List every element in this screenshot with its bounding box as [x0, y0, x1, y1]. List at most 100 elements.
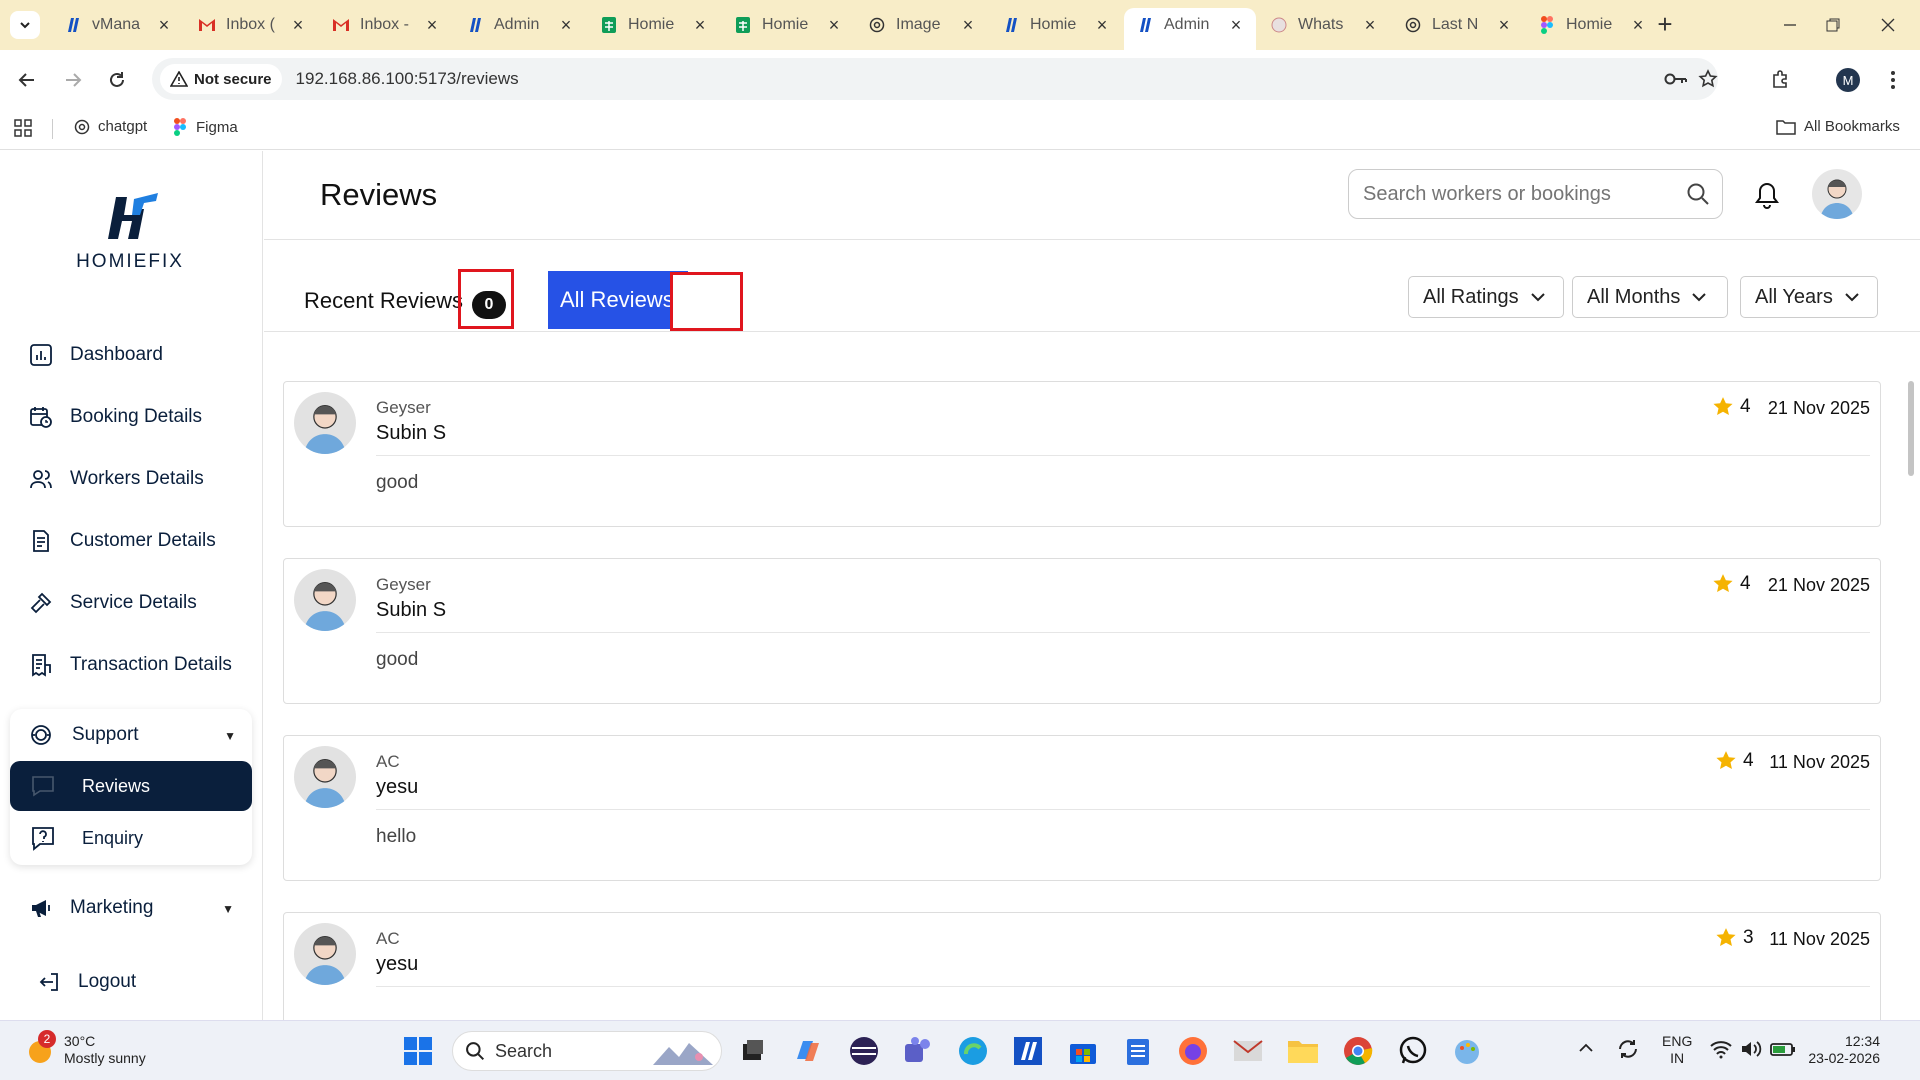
nav-marketing[interactable]: Marketing	[28, 895, 153, 921]
key-icon[interactable]	[1664, 72, 1688, 86]
copilot-button[interactable]	[790, 1033, 826, 1069]
nav-support[interactable]: Support	[28, 722, 139, 748]
close-tab-icon[interactable]: ×	[1228, 15, 1244, 36]
user-avatar[interactable]	[1812, 169, 1862, 219]
bookmark-chatgpt[interactable]: chatgpt	[74, 118, 147, 135]
address-bar[interactable]: Not secure 192.168.86.100:5173/reviews	[152, 58, 1718, 100]
browser-tab[interactable]: Inbox - ×	[320, 8, 452, 42]
browser-tab[interactable]: Homie ×	[588, 8, 720, 42]
teams-icon	[905, 1037, 930, 1062]
store-app[interactable]	[1065, 1033, 1101, 1069]
years-filter[interactable]: All Years	[1740, 276, 1878, 318]
months-filter[interactable]: All Months	[1572, 276, 1728, 318]
nav-booking-details[interactable]: Booking Details	[28, 404, 202, 430]
scrollbar-thumb[interactable]	[1908, 381, 1914, 476]
apps-button[interactable]	[14, 119, 32, 137]
paint-app[interactable]	[1450, 1033, 1486, 1069]
close-tab-icon[interactable]: ×	[290, 15, 306, 36]
caret-down-icon[interactable]: ▼	[222, 902, 234, 916]
extensions-button[interactable]	[1764, 63, 1798, 97]
start-button[interactable]	[400, 1033, 436, 1069]
nav-reviews[interactable]: Reviews	[10, 761, 252, 811]
browser-tab[interactable]: Whats ×	[1258, 8, 1390, 42]
chrome-app[interactable]	[1340, 1033, 1376, 1069]
whatsapp-app[interactable]	[1395, 1033, 1431, 1069]
url-text[interactable]: 192.168.86.100:5173/reviews	[296, 69, 519, 89]
task-view-button[interactable]	[734, 1033, 770, 1069]
star-outline-icon[interactable]	[1698, 69, 1718, 89]
volume-icon	[1742, 1041, 1762, 1057]
search-icon	[466, 1042, 485, 1061]
close-window-button[interactable]	[1858, 0, 1918, 50]
search-input[interactable]	[1363, 182, 1683, 206]
review-rating: 3	[1715, 927, 1754, 949]
tab-recent-reviews[interactable]: Recent Reviews	[304, 288, 463, 314]
nav-transaction-details[interactable]: Transaction Details	[28, 652, 232, 678]
browser-tab[interactable]: Admin ×	[454, 8, 586, 42]
close-tab-icon[interactable]: ×	[1362, 15, 1378, 36]
system-tray[interactable]	[1710, 1039, 1796, 1059]
browser-tab[interactable]: vMana ×	[52, 8, 184, 42]
sync-button[interactable]	[1616, 1037, 1640, 1061]
reload-button[interactable]	[100, 63, 134, 97]
browser-tab[interactable]: Homie ×	[1526, 8, 1658, 42]
close-tab-icon[interactable]: ×	[1094, 15, 1110, 36]
close-tab-icon[interactable]: ×	[692, 15, 708, 36]
nav-enquiry[interactable]: Enquiry	[10, 813, 252, 863]
close-tab-icon[interactable]: ×	[1630, 15, 1646, 36]
nav-service-details[interactable]: Service Details	[28, 590, 197, 616]
restore-button[interactable]	[1803, 0, 1863, 50]
nav-customer-details[interactable]: Customer Details	[28, 528, 216, 554]
eclipse-app[interactable]	[846, 1033, 882, 1069]
close-tab-icon[interactable]: ×	[558, 15, 574, 36]
forward-button[interactable]	[56, 63, 90, 97]
nav-workers-details[interactable]: Workers Details	[28, 466, 204, 492]
review-comment: good	[376, 472, 419, 493]
close-tab-icon[interactable]: ×	[1496, 15, 1512, 36]
profile-button[interactable]: M	[1831, 63, 1865, 97]
ratings-filter[interactable]: All Ratings	[1408, 276, 1564, 318]
show-hidden-icons-button[interactable]	[1578, 1043, 1594, 1053]
taskbar-search[interactable]: Search	[452, 1031, 722, 1071]
search-box[interactable]	[1348, 169, 1723, 219]
notepad-app[interactable]	[1120, 1033, 1156, 1069]
browser-tab[interactable]: Image ×	[856, 8, 988, 42]
caret-down-icon[interactable]: ▼	[224, 729, 236, 743]
browser-tab[interactable]: Homie ×	[990, 8, 1122, 42]
close-tab-icon[interactable]: ×	[156, 15, 172, 36]
back-button[interactable]	[10, 63, 44, 97]
tab-search-button[interactable]	[10, 11, 40, 39]
nav-logout[interactable]: Logout	[36, 969, 136, 995]
firefox-app[interactable]	[1175, 1033, 1211, 1069]
browser-tab[interactable]: Last N ×	[1392, 8, 1524, 42]
weather-widget[interactable]: 2 30°C Mostly sunny	[24, 1030, 146, 1067]
tab-all-reviews[interactable]: All Reviews	[548, 271, 688, 329]
homiefix-app[interactable]	[1010, 1033, 1046, 1069]
mail-app[interactable]	[1230, 1033, 1266, 1069]
browser-menu-button[interactable]	[1876, 63, 1910, 97]
browser-tab[interactable]: Admin ×	[1124, 8, 1256, 50]
edge-app[interactable]	[955, 1033, 991, 1069]
nav-label: Support	[72, 724, 139, 745]
teams-app[interactable]	[900, 1033, 936, 1069]
browser-tab[interactable]: Inbox (×	[186, 8, 318, 42]
homiefix-icon	[1014, 1037, 1042, 1065]
clock[interactable]: 12:34 23-02-2026	[1808, 1033, 1880, 1067]
bell-icon[interactable]	[1754, 181, 1780, 209]
close-tab-icon[interactable]: ×	[424, 15, 440, 36]
all-bookmarks-button[interactable]: All Bookmarks	[1776, 118, 1900, 135]
browser-tab[interactable]: Homie ×	[722, 8, 854, 42]
copilot-icon	[797, 1041, 819, 1061]
nav-dashboard[interactable]: Dashboard	[28, 342, 163, 368]
security-chip[interactable]: Not secure	[160, 64, 282, 94]
language-indicator[interactable]: ENG IN	[1662, 1033, 1692, 1067]
close-tab-icon[interactable]: ×	[826, 15, 842, 36]
close-tab-icon[interactable]: ×	[960, 15, 976, 36]
windows-taskbar: 2 30°C Mostly sunny Search ENG IN 12:34 …	[0, 1020, 1920, 1080]
bookmark-figma[interactable]: Figma	[174, 118, 238, 136]
brand-logo[interactable]: HOMIEFIX	[60, 189, 200, 273]
message-icon	[32, 776, 54, 797]
new-tab-button[interactable]: +	[1650, 10, 1680, 40]
search-icon[interactable]	[1686, 182, 1710, 206]
file-explorer-app[interactable]	[1285, 1033, 1321, 1069]
